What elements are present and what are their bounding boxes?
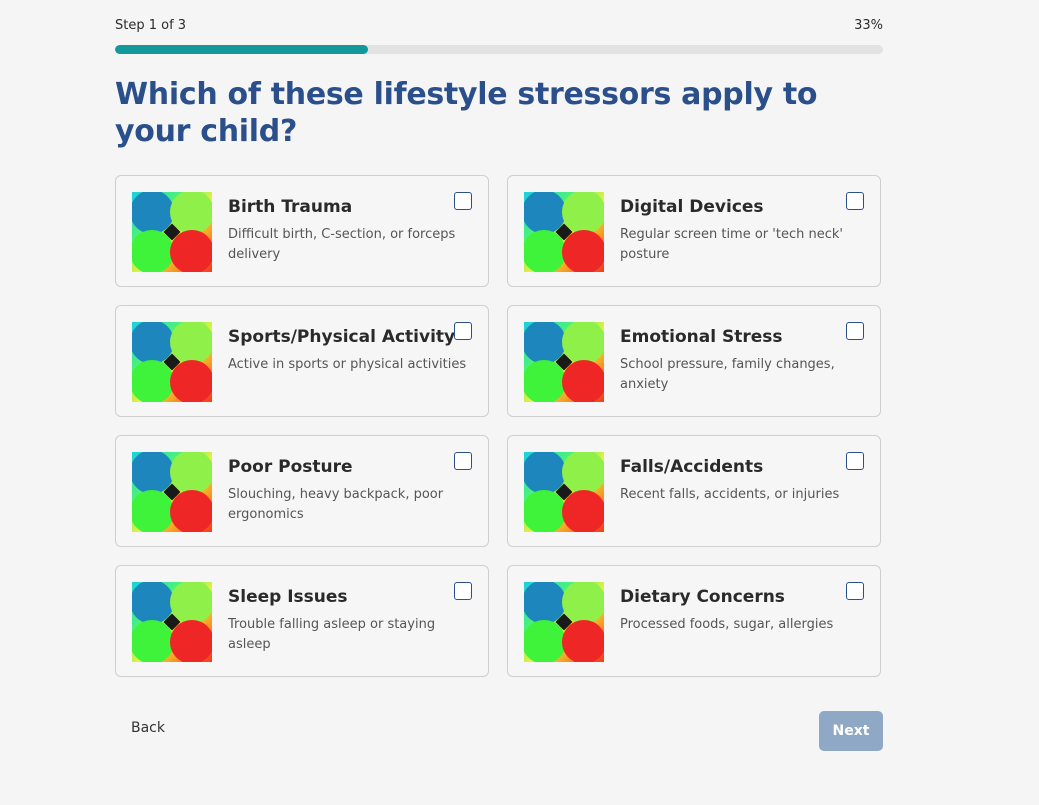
- progress-bar: [115, 45, 883, 54]
- option-image: [524, 192, 604, 272]
- page-title: Which of these lifestyle stressors apply…: [115, 77, 818, 149]
- option-title: Dietary Concerns: [620, 587, 785, 607]
- option-card[interactable]: Falls/Accidents Recent falls, accidents, …: [507, 435, 881, 547]
- option-image: [132, 192, 212, 272]
- option-card[interactable]: Sports/Physical Activity Active in sports…: [115, 305, 489, 417]
- option-checkbox[interactable]: [846, 322, 864, 340]
- option-description: Active in sports or physical activities: [228, 357, 467, 372]
- option-card[interactable]: Poor Posture Slouching, heavy backpack, p…: [115, 435, 489, 547]
- progress-header: Step 1 of 3 33%: [115, 18, 883, 36]
- option-card[interactable]: Dietary Concerns Processed foods, sugar, …: [507, 565, 881, 677]
- option-checkbox[interactable]: [846, 192, 864, 210]
- option-title: Birth Trauma: [228, 197, 353, 217]
- back-button[interactable]: Back: [131, 720, 165, 736]
- next-button[interactable]: Next: [819, 711, 883, 751]
- option-checkbox[interactable]: [454, 322, 472, 340]
- option-title: Poor Posture: [228, 457, 353, 477]
- option-card[interactable]: Digital Devices Regular screen time or 't…: [507, 175, 881, 287]
- option-checkbox[interactable]: [454, 452, 472, 470]
- option-title: Falls/Accidents: [620, 457, 764, 477]
- option-checkbox[interactable]: [846, 452, 864, 470]
- option-description: Difficult birth, C-section, or forceps d…: [228, 227, 456, 262]
- option-checkbox[interactable]: [454, 192, 472, 210]
- option-title: Sports/Physical Activity: [228, 327, 456, 347]
- step-indicator: Step 1 of 3: [115, 18, 187, 33]
- option-description: School pressure, family changes, anxiety: [620, 357, 835, 392]
- option-image: [524, 322, 604, 402]
- option-image: [132, 322, 212, 402]
- option-image: [132, 582, 212, 662]
- option-title: Digital Devices: [620, 197, 764, 217]
- option-description: Trouble falling asleep or staying asleep: [228, 617, 436, 652]
- progress-percent: 33%: [854, 18, 883, 33]
- option-image: [524, 582, 604, 662]
- option-image: [132, 452, 212, 532]
- option-description: Slouching, heavy backpack, poor ergonomi…: [228, 487, 444, 522]
- option-card[interactable]: Birth Trauma Difficult birth, C-section, …: [115, 175, 489, 287]
- option-checkbox[interactable]: [454, 582, 472, 600]
- option-description: Regular screen time or 'tech neck' postu…: [620, 227, 843, 262]
- option-title: Emotional Stress: [620, 327, 783, 347]
- option-checkbox[interactable]: [846, 582, 864, 600]
- option-title: Sleep Issues: [228, 587, 348, 607]
- progress-bar-fill: [115, 45, 369, 54]
- option-description: Processed foods, sugar, allergies: [620, 617, 834, 632]
- option-card[interactable]: Sleep Issues Trouble falling asleep or st…: [115, 565, 489, 677]
- option-description: Recent falls, accidents, or injuries: [620, 487, 840, 502]
- option-card[interactable]: Emotional Stress School pressure, family …: [507, 305, 881, 417]
- option-image: [524, 452, 604, 532]
